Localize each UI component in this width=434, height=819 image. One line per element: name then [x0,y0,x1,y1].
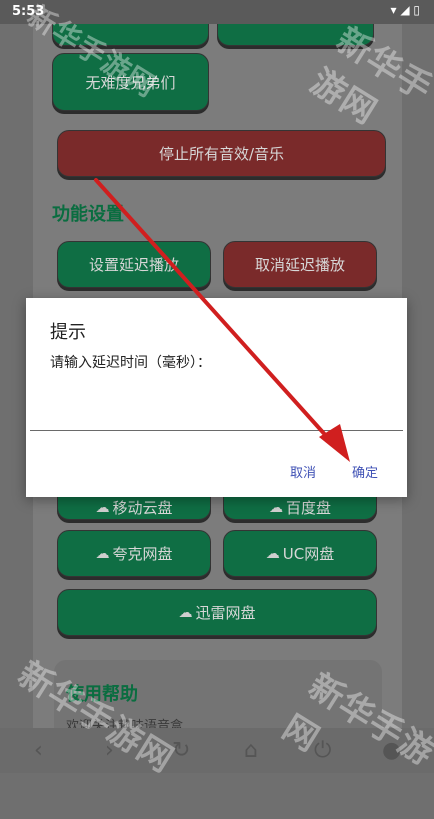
mobile-cloud-label: 移动云盘 [112,499,173,517]
delay-input[interactable] [30,393,403,431]
dialog-confirm-button[interactable]: 确定 [352,462,378,481]
home-icon[interactable]: ⌂ [244,738,258,763]
help-title: 使用帮助 [66,684,138,705]
cloud-icon: ☁ [268,499,283,516]
cancel-delay-button[interactable]: 取消延迟播放 [223,241,377,288]
menu-icon[interactable]: ● [382,738,401,763]
brothers-button[interactable]: 无难度兄弟们 [52,53,209,111]
settings-title: 功能设置 [52,204,124,225]
navigation-bar: ‹ › ↻ ⌂ ⏻ ● [0,728,434,773]
uc-label: UC网盘 [282,545,335,563]
baidu-button[interactable]: ☁ 百度盘 [223,496,377,520]
quark-button[interactable]: ☁ 夸克网盘 [57,530,211,577]
status-bar: 5:53 ▾ ◢ ▯ [0,0,434,24]
quark-label: 夸克网盘 [112,545,173,563]
baidu-label: 百度盘 [285,499,331,517]
forward-icon[interactable]: › [105,738,114,763]
xunlei-button[interactable]: ☁ 迅雷网盘 [57,589,377,636]
stop-audio-button[interactable]: 停止所有音效/音乐 [57,130,386,177]
mobile-cloud-button[interactable]: ☁ 移动云盘 [57,496,211,520]
status-time: 5:53 [12,4,45,19]
power-icon[interactable]: ⏻ [314,738,331,763]
cloud-icon: ☁ [95,545,110,562]
cloud-icon: ☁ [95,499,110,516]
dialog-cancel-button[interactable]: 取消 [290,462,316,481]
status-icons: ▾ ◢ ▯ [390,3,420,17]
refresh-icon[interactable]: ↻ [172,738,190,763]
dialog-title: 提示 [50,322,86,343]
cloud-icon: ☁ [178,604,193,621]
delay-dialog: 提示 请输入延迟时间（毫秒）： 取消 确定 [26,298,407,497]
back-icon[interactable]: ‹ [34,738,43,763]
set-delay-button[interactable]: 设置延迟播放 [57,241,211,288]
uc-button[interactable]: ☁ UC网盘 [223,530,377,577]
dialog-message: 请输入延迟时间（毫秒）： [50,355,211,371]
xunlei-label: 迅雷网盘 [195,604,256,622]
cloud-icon: ☁ [265,545,280,562]
